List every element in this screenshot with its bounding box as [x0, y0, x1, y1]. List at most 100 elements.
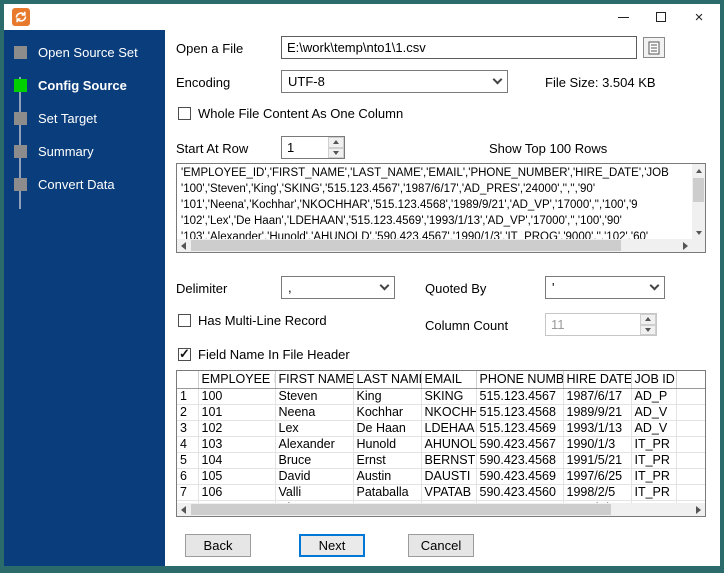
preview-horizontal-scrollbar[interactable] — [177, 239, 692, 252]
whole-file-checkbox[interactable]: Whole File Content As One Column — [178, 106, 403, 121]
grid-cell[interactable]: IT_PR — [631, 436, 677, 453]
column-header[interactable]: EMAIL — [421, 371, 477, 389]
wizard-step-summary[interactable]: Summary — [14, 143, 94, 159]
maximize-button[interactable] — [642, 4, 680, 30]
scrollbar-thumb[interactable] — [191, 240, 621, 251]
wizard-step-convert-data[interactable]: Convert Data — [14, 176, 115, 192]
grid-cell[interactable]: 1990/1/3 — [563, 436, 632, 453]
scroll-left-icon[interactable] — [177, 503, 190, 516]
row-number-cell[interactable]: 5 — [177, 452, 199, 469]
table-row[interactable]: 6 105 David Austin DAUSTI 590.423.4569 1997/6/… — [177, 468, 705, 485]
row-number-cell[interactable]: 7 — [177, 484, 199, 501]
grid-cell[interactable] — [676, 484, 705, 501]
back-button[interactable]: Back — [185, 534, 251, 557]
grid-cell[interactable]: 590.423.4568 — [476, 452, 564, 469]
minimize-button[interactable] — [604, 4, 642, 30]
next-button[interactable]: Next — [299, 534, 365, 557]
grid-cell[interactable] — [676, 452, 705, 469]
grid-cell[interactable]: 105 — [198, 468, 276, 485]
grid-cell[interactable]: Hunold — [353, 436, 422, 453]
grid-cell[interactable]: King — [353, 388, 422, 405]
grid-cell[interactable]: Neena — [275, 404, 354, 421]
grid-cell[interactable] — [676, 404, 705, 421]
column-header[interactable] — [177, 371, 199, 389]
grid-cell[interactable]: DAUSTI — [421, 468, 477, 485]
grid-cell[interactable]: 1987/6/17 — [563, 388, 632, 405]
wizard-step-set-target[interactable]: Set Target — [14, 110, 97, 126]
grid-cell[interactable] — [676, 436, 705, 453]
grid-cell[interactable]: AD_V — [631, 404, 677, 421]
grid-cell[interactable]: AD_P — [631, 388, 677, 405]
column-header[interactable]: LAST NAME — [353, 371, 422, 389]
preview-vertical-scrollbar[interactable] — [692, 164, 705, 239]
grid-cell[interactable]: 1991/5/21 — [563, 452, 632, 469]
grid-cell[interactable]: NKOCHH — [421, 404, 477, 421]
grid-cell[interactable]: AHUNOL — [421, 436, 477, 453]
grid-cell[interactable]: Steven — [275, 388, 354, 405]
grid-cell[interactable]: SKING — [421, 388, 477, 405]
grid-cell[interactable]: AD_V — [631, 420, 677, 437]
file-content-preview[interactable]: 'EMPLOYEE_ID','FIRST_NAME','LAST_NAME','… — [176, 163, 706, 253]
scroll-right-icon[interactable] — [679, 239, 692, 252]
column-header[interactable] — [676, 371, 705, 389]
spinner-up-button[interactable] — [328, 137, 344, 148]
file-path-input[interactable] — [281, 36, 637, 59]
table-row[interactable]: 3 102 Lex De Haan LDEHAA 515.123.4569 1993/1/1… — [177, 420, 705, 437]
grid-cell[interactable]: Austin — [353, 468, 422, 485]
grid-cell[interactable]: 102 — [198, 420, 276, 437]
grid-cell[interactable]: 515.123.4567 — [476, 388, 564, 405]
row-number-cell[interactable]: 1 — [177, 388, 199, 405]
scroll-up-icon[interactable] — [692, 164, 705, 177]
start-at-row-stepper[interactable]: 1 — [281, 136, 345, 159]
grid-cell[interactable]: 590.423.4569 — [476, 468, 564, 485]
grid-cell[interactable]: 1997/6/25 — [563, 468, 632, 485]
grid-cell[interactable]: Ernst — [353, 452, 422, 469]
field-name-header-checkbox[interactable]: Field Name In File Header — [178, 346, 350, 362]
grid-cell[interactable] — [676, 420, 705, 437]
grid-cell[interactable]: BERNST — [421, 452, 477, 469]
wizard-step-config-source[interactable]: Config Source — [14, 77, 127, 93]
grid-cell[interactable]: Valli — [275, 484, 354, 501]
scroll-right-icon[interactable] — [692, 503, 705, 516]
grid-cell[interactable]: 515.123.4569 — [476, 420, 564, 437]
grid-cell[interactable]: 104 — [198, 452, 276, 469]
quoted-by-select[interactable]: ' — [545, 276, 665, 299]
grid-cell[interactable]: 101 — [198, 404, 276, 421]
browse-button[interactable] — [643, 37, 665, 58]
row-number-cell[interactable]: 6 — [177, 468, 199, 485]
grid-cell[interactable]: 1998/2/5 — [563, 484, 632, 501]
grid-cell[interactable]: 100 — [198, 388, 276, 405]
grid-cell[interactable]: VPATAB — [421, 484, 477, 501]
grid-cell[interactable]: Kochhar — [353, 404, 422, 421]
titlebar[interactable]: × — [4, 4, 720, 30]
grid-cell[interactable] — [676, 388, 705, 405]
table-row[interactable]: 1 100 Steven King SKING 515.123.4567 1987/6/17… — [177, 388, 705, 405]
grid-cell[interactable]: IT_PR — [631, 484, 677, 501]
close-button[interactable]: × — [680, 4, 718, 30]
table-row[interactable]: 4 103 Alexander Hunold AHUNOL 590.423.4567 199… — [177, 436, 705, 453]
grid-cell[interactable]: De Haan — [353, 420, 422, 437]
wizard-step-open-source-set[interactable]: Open Source Set — [14, 44, 138, 60]
grid-cell[interactable]: IT_PR — [631, 468, 677, 485]
scrollbar-thumb[interactable] — [693, 178, 704, 202]
encoding-select[interactable]: UTF-8 — [281, 70, 508, 93]
column-header[interactable]: FIRST NAME — [275, 371, 354, 389]
row-number-cell[interactable]: 2 — [177, 404, 199, 421]
grid-cell[interactable]: Pataballa — [353, 484, 422, 501]
grid-cell[interactable]: IT_PR — [631, 452, 677, 469]
scroll-left-icon[interactable] — [177, 239, 190, 252]
row-number-cell[interactable]: 4 — [177, 436, 199, 453]
column-header[interactable]: PHONE NUMBER — [476, 371, 564, 389]
cancel-button[interactable]: Cancel — [408, 534, 474, 557]
spinner-down-button[interactable] — [328, 147, 344, 158]
grid-cell[interactable]: 1989/9/21 — [563, 404, 632, 421]
grid-cell[interactable]: Lex — [275, 420, 354, 437]
grid-cell[interactable]: 106 — [198, 484, 276, 501]
grid-cell[interactable]: LDEHAA — [421, 420, 477, 437]
table-row[interactable]: 2 101 Neena Kochhar NKOCHH 515.123.4568 1989/9… — [177, 404, 705, 421]
column-header[interactable]: JOB ID — [631, 371, 677, 389]
grid-cell[interactable]: Alexander — [275, 436, 354, 453]
row-number-cell[interactable]: 3 — [177, 420, 199, 437]
column-header[interactable]: HIRE DATE — [563, 371, 632, 389]
grid-cell[interactable]: 590.423.4567 — [476, 436, 564, 453]
